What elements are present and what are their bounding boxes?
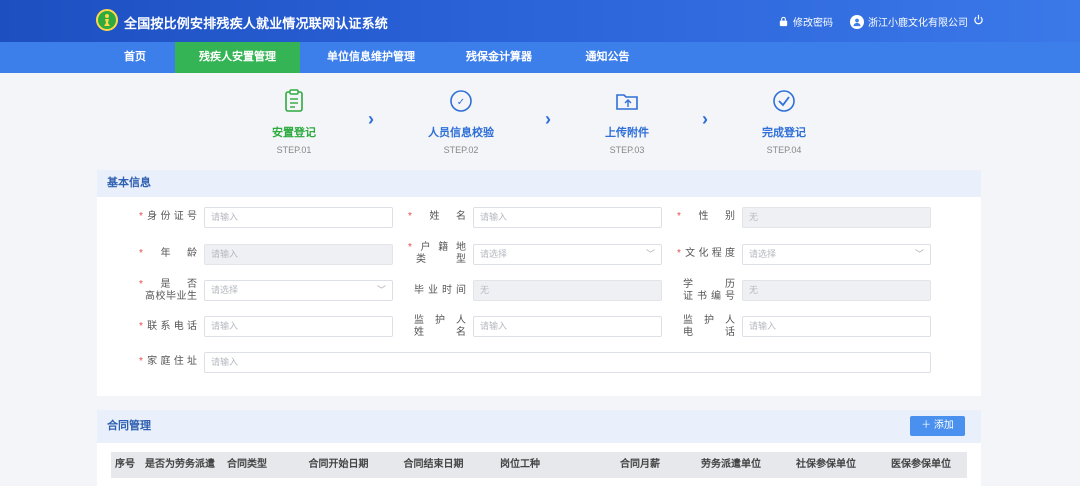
col-contract-type: 合同类型: [227, 459, 267, 470]
col-labor-dispatch: 是否为劳务派遣: [145, 459, 215, 470]
degree-label-line2: 证书编号: [683, 291, 735, 302]
guardian-phone-input[interactable]: 请输入: [742, 316, 931, 337]
step-3: 上传附件 STEP.03: [567, 88, 687, 155]
gender-field: 无: [742, 207, 931, 228]
contract-title: 合同管理: [97, 410, 981, 443]
address-label: *家庭住址: [139, 356, 197, 367]
education-select[interactable]: 请选择 ﹀: [742, 244, 931, 265]
graduate-label: *是否: [139, 279, 197, 290]
nav-notices[interactable]: 通知公告: [565, 42, 650, 73]
age-label: *年龄: [139, 248, 197, 259]
power-button[interactable]: [973, 14, 984, 25]
add-contract-button[interactable]: ＋ 添加: [910, 416, 965, 436]
step-2: ✓ 人员信息校验 STEP.02: [401, 88, 521, 155]
avatar-icon: [850, 14, 864, 29]
grad-time-field: 无: [473, 280, 662, 301]
change-password-link[interactable]: 修改密码: [778, 14, 833, 29]
graduate-select[interactable]: 请选择 ﹀: [204, 280, 393, 301]
education-label: *文化程度: [677, 248, 735, 259]
clipboard-icon: [285, 89, 303, 112]
hukou-select[interactable]: 请选择 ﹀: [473, 244, 662, 265]
name-label: *姓名: [408, 211, 466, 222]
top-header: 全国按比例安排残疾人就业情况联网认证系统 修改密码 浙江小鹿文化有限公司: [0, 0, 1080, 42]
degree-field: 无: [742, 280, 931, 301]
id-number-label: *身份证号: [139, 211, 197, 222]
col-social-insurance-unit: 社保参保单位: [796, 459, 856, 470]
step-4: 完成登记 STEP.04: [724, 88, 844, 155]
plus-icon: ＋: [921, 420, 934, 431]
guardian-phone-label: 监护人: [683, 315, 735, 326]
step-2-label: 人员信息校验: [428, 127, 494, 139]
step-3-label: 上传附件: [605, 127, 649, 139]
gender-label: *性别: [677, 211, 735, 222]
logo-icon: [96, 9, 118, 31]
col-monthly-salary: 合同月薪: [620, 459, 660, 470]
step-1: 安置登记 STEP.01: [234, 88, 354, 155]
col-dispatch-unit: 劳务派遣单位: [701, 459, 761, 470]
system-title: 全国按比例安排残疾人就业情况联网认证系统: [124, 16, 389, 31]
contract-table-header: 序号 是否为劳务派遣 合同类型 合同开始日期 合同结束日期 岗位工种 合同月薪 …: [111, 452, 967, 478]
company-account[interactable]: 浙江小鹿文化有限公司: [850, 14, 968, 29]
step-1-label: 安置登记: [272, 127, 316, 139]
hukou-label: *户籍地: [408, 242, 466, 253]
upload-folder-icon: [616, 94, 638, 110]
col-index: 序号: [115, 459, 135, 470]
col-medical-insurance-unit: 医保参保单位: [891, 459, 951, 470]
col-start-date: 合同开始日期: [308, 459, 369, 470]
guardian-name-label: 监护人: [414, 315, 466, 326]
degree-label: 学历: [683, 279, 735, 290]
change-password-label: 修改密码: [793, 18, 833, 29]
name-input[interactable]: 请输入: [473, 207, 662, 228]
check-circle-icon: [773, 90, 795, 112]
col-end-date: 合同结束日期: [403, 459, 464, 470]
step-3-sub: STEP.03: [609, 145, 645, 155]
hukou-label-line2: 类型: [416, 254, 466, 265]
step-arrow-icon: ›: [545, 109, 551, 129]
age-field: 请输入: [204, 244, 393, 265]
main-nav: 首页 残疾人安置管理 单位信息维护管理 残保金计算器 通知公告: [0, 42, 1080, 73]
lock-icon: [779, 16, 788, 27]
step-arrow-icon: ›: [702, 109, 708, 129]
id-number-input[interactable]: 请输入: [204, 207, 393, 228]
svg-text:✓: ✓: [457, 97, 465, 108]
graduate-label-line2: 高校毕业生: [145, 291, 197, 302]
step-1-sub: STEP.01: [276, 145, 312, 155]
nav-home[interactable]: 首页: [96, 42, 174, 73]
nav-disabled-placement[interactable]: 残疾人安置管理: [175, 42, 300, 73]
nav-unit-info[interactable]: 单位信息维护管理: [310, 42, 432, 73]
verify-icon: ✓: [450, 90, 472, 112]
grad-time-label: 毕业时间: [414, 285, 466, 296]
basic-info-title: 基本信息: [97, 170, 981, 197]
step-4-sub: STEP.04: [766, 145, 802, 155]
step-arrow-icon: ›: [368, 109, 374, 129]
address-input[interactable]: 请输入: [204, 352, 931, 373]
guardian-name-label-line2: 姓名: [414, 327, 466, 338]
step-2-sub: STEP.02: [443, 145, 479, 155]
step-4-label: 完成登记: [762, 127, 806, 139]
chevron-down-icon: ﹀: [645, 249, 655, 259]
chevron-down-icon: ﹀: [376, 285, 386, 295]
phone-input[interactable]: 请输入: [204, 316, 393, 337]
guardian-phone-label-line2: 电话: [683, 327, 735, 338]
company-name: 浙江小鹿文化有限公司: [868, 18, 968, 29]
nav-calculator[interactable]: 残保金计算器: [444, 42, 554, 73]
chevron-down-icon: ﹀: [914, 249, 924, 259]
phone-label: *联系电话: [139, 321, 197, 332]
guardian-name-input[interactable]: 请输入: [473, 316, 662, 337]
col-job-type: 岗位工种: [500, 459, 540, 470]
power-icon: [974, 14, 983, 25]
